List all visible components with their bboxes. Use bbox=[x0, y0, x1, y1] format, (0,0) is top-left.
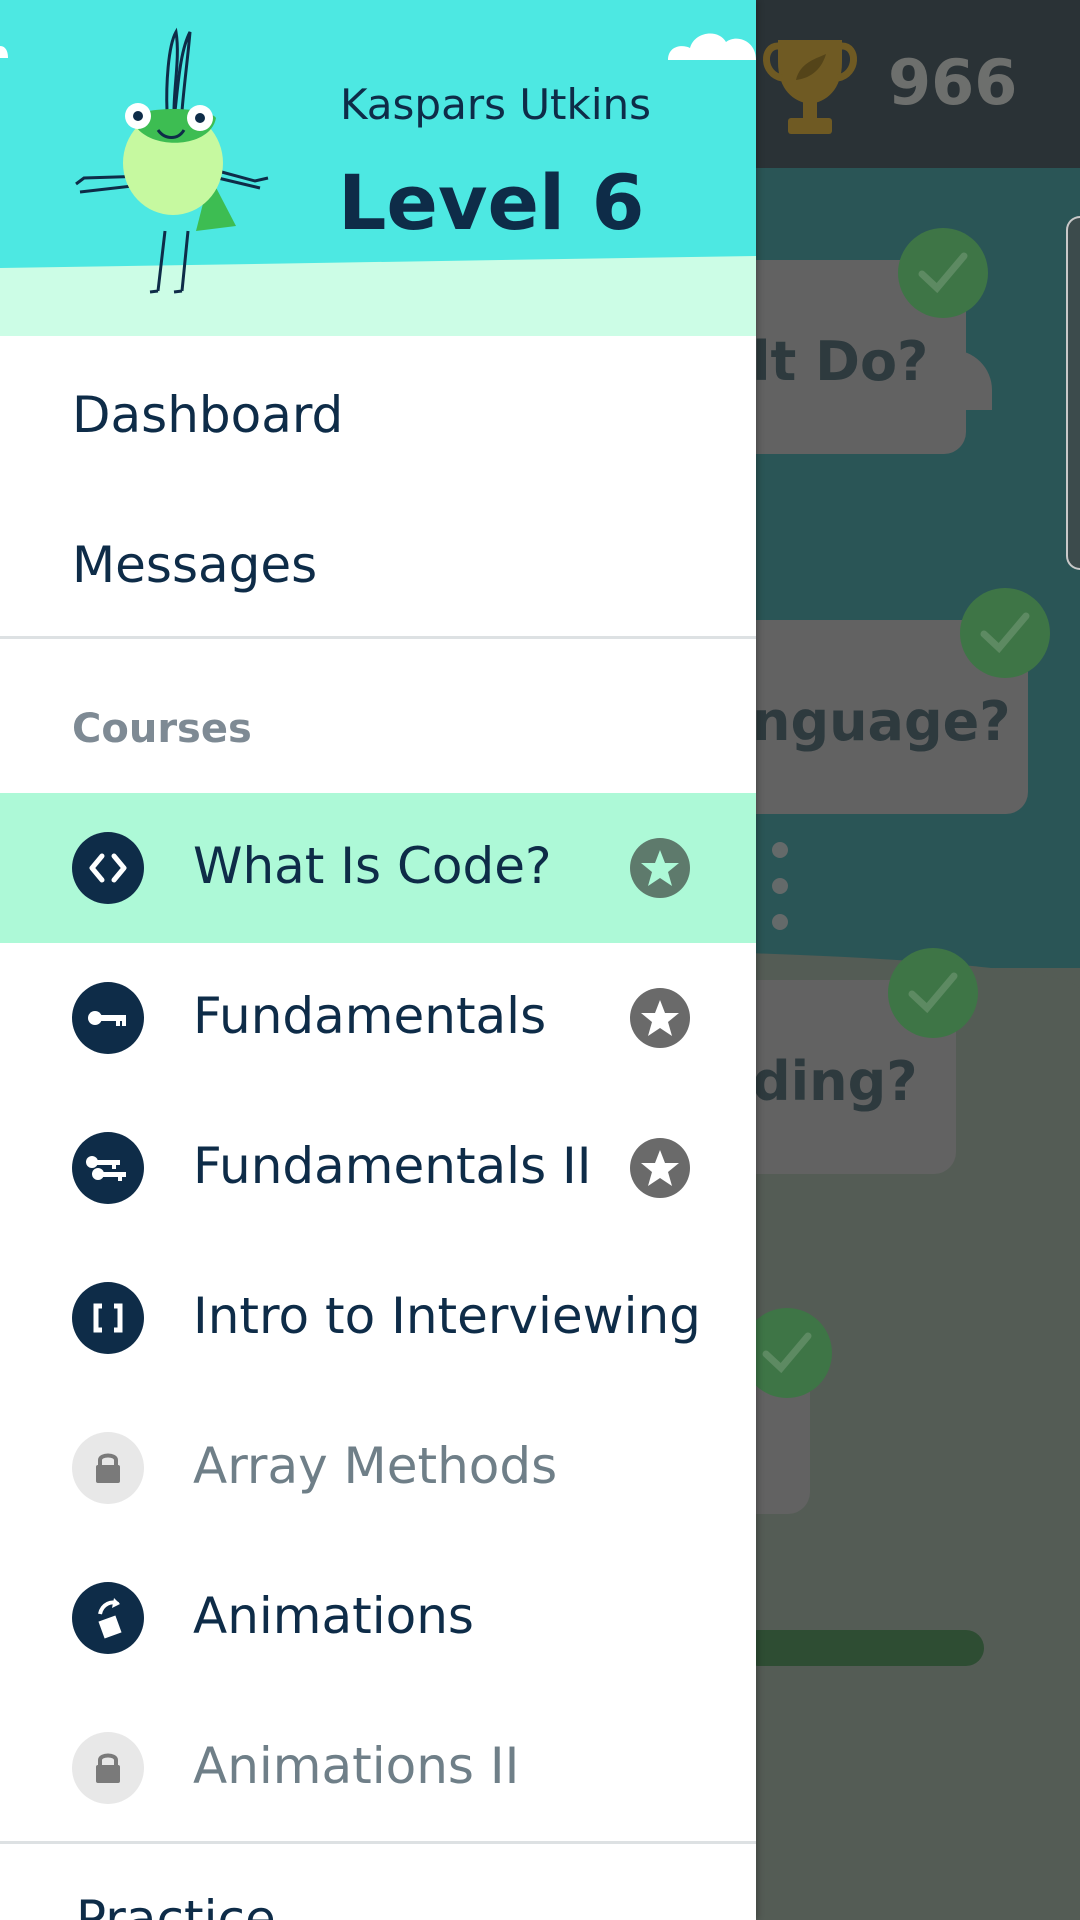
side-panel-handle[interactable] bbox=[1066, 216, 1080, 570]
navigation-drawer: Kaspars Utkins Level 6 Dashboard Message… bbox=[0, 0, 756, 1920]
lock-icon bbox=[72, 1732, 144, 1804]
profile-header: Kaspars Utkins Level 6 bbox=[0, 0, 756, 336]
nav-item-messages[interactable]: Messages bbox=[0, 488, 756, 638]
course-item-what-is-code[interactable]: What Is Code? bbox=[0, 793, 756, 943]
nav-item-label: Messages bbox=[72, 536, 318, 594]
trophy-icon bbox=[763, 40, 857, 134]
rotate-icon bbox=[72, 1582, 144, 1654]
course-item-fundamentals[interactable]: Fundamentals bbox=[0, 943, 756, 1093]
course-label: Animations II bbox=[193, 1737, 520, 1795]
course-label: Fundamentals II bbox=[193, 1137, 592, 1195]
course-item-array-methods[interactable]: Array Methods bbox=[0, 1393, 756, 1543]
progress-bar bbox=[740, 1630, 984, 1666]
star-icon bbox=[630, 838, 690, 898]
lesson-card-title: ding? bbox=[752, 1050, 918, 1113]
nav-item-practice[interactable]: Practice bbox=[76, 1890, 276, 1920]
course-label: Array Methods bbox=[193, 1437, 558, 1495]
path-dot bbox=[772, 878, 788, 894]
key-icon bbox=[72, 982, 144, 1054]
lesson-card-title: nguage? bbox=[752, 690, 1011, 753]
grasshopper-mascot-avatar bbox=[75, 27, 269, 294]
star-icon bbox=[630, 988, 690, 1048]
divider bbox=[0, 1841, 756, 1844]
courses-section-title: Courses bbox=[72, 706, 252, 752]
lesson-card-title: lt Do? bbox=[752, 330, 929, 393]
check-icon bbox=[888, 948, 978, 1038]
course-item-fundamentals-ii[interactable]: Fundamentals II bbox=[0, 1093, 756, 1243]
course-label: Intro to Interviewing bbox=[193, 1287, 701, 1345]
check-icon bbox=[898, 228, 988, 318]
user-name: Kaspars Utkins bbox=[340, 80, 652, 129]
course-item-animations-ii[interactable]: Animations II bbox=[0, 1693, 756, 1843]
star-icon bbox=[630, 1138, 690, 1198]
keys-icon bbox=[72, 1132, 144, 1204]
course-item-intro-to-interviewing[interactable]: Intro to Interviewing bbox=[0, 1243, 756, 1393]
nav-item-dashboard[interactable]: Dashboard bbox=[0, 338, 756, 488]
course-label: Animations bbox=[193, 1587, 474, 1645]
course-label: Fundamentals bbox=[193, 987, 547, 1045]
course-item-animations[interactable]: Animations bbox=[0, 1543, 756, 1693]
cloud-icon bbox=[0, 46, 8, 58]
lock-icon bbox=[72, 1432, 144, 1504]
square-brackets-icon bbox=[72, 1282, 144, 1354]
cloud-icon bbox=[668, 33, 756, 60]
divider bbox=[0, 636, 756, 639]
code-brackets-icon bbox=[72, 832, 144, 904]
course-label: What Is Code? bbox=[193, 837, 552, 895]
nav-item-label: Dashboard bbox=[72, 386, 344, 444]
path-dot bbox=[772, 842, 788, 858]
user-level: Level 6 bbox=[338, 158, 645, 247]
score-count: 966 bbox=[888, 46, 1018, 119]
check-icon bbox=[960, 588, 1050, 678]
path-dot bbox=[772, 914, 788, 930]
